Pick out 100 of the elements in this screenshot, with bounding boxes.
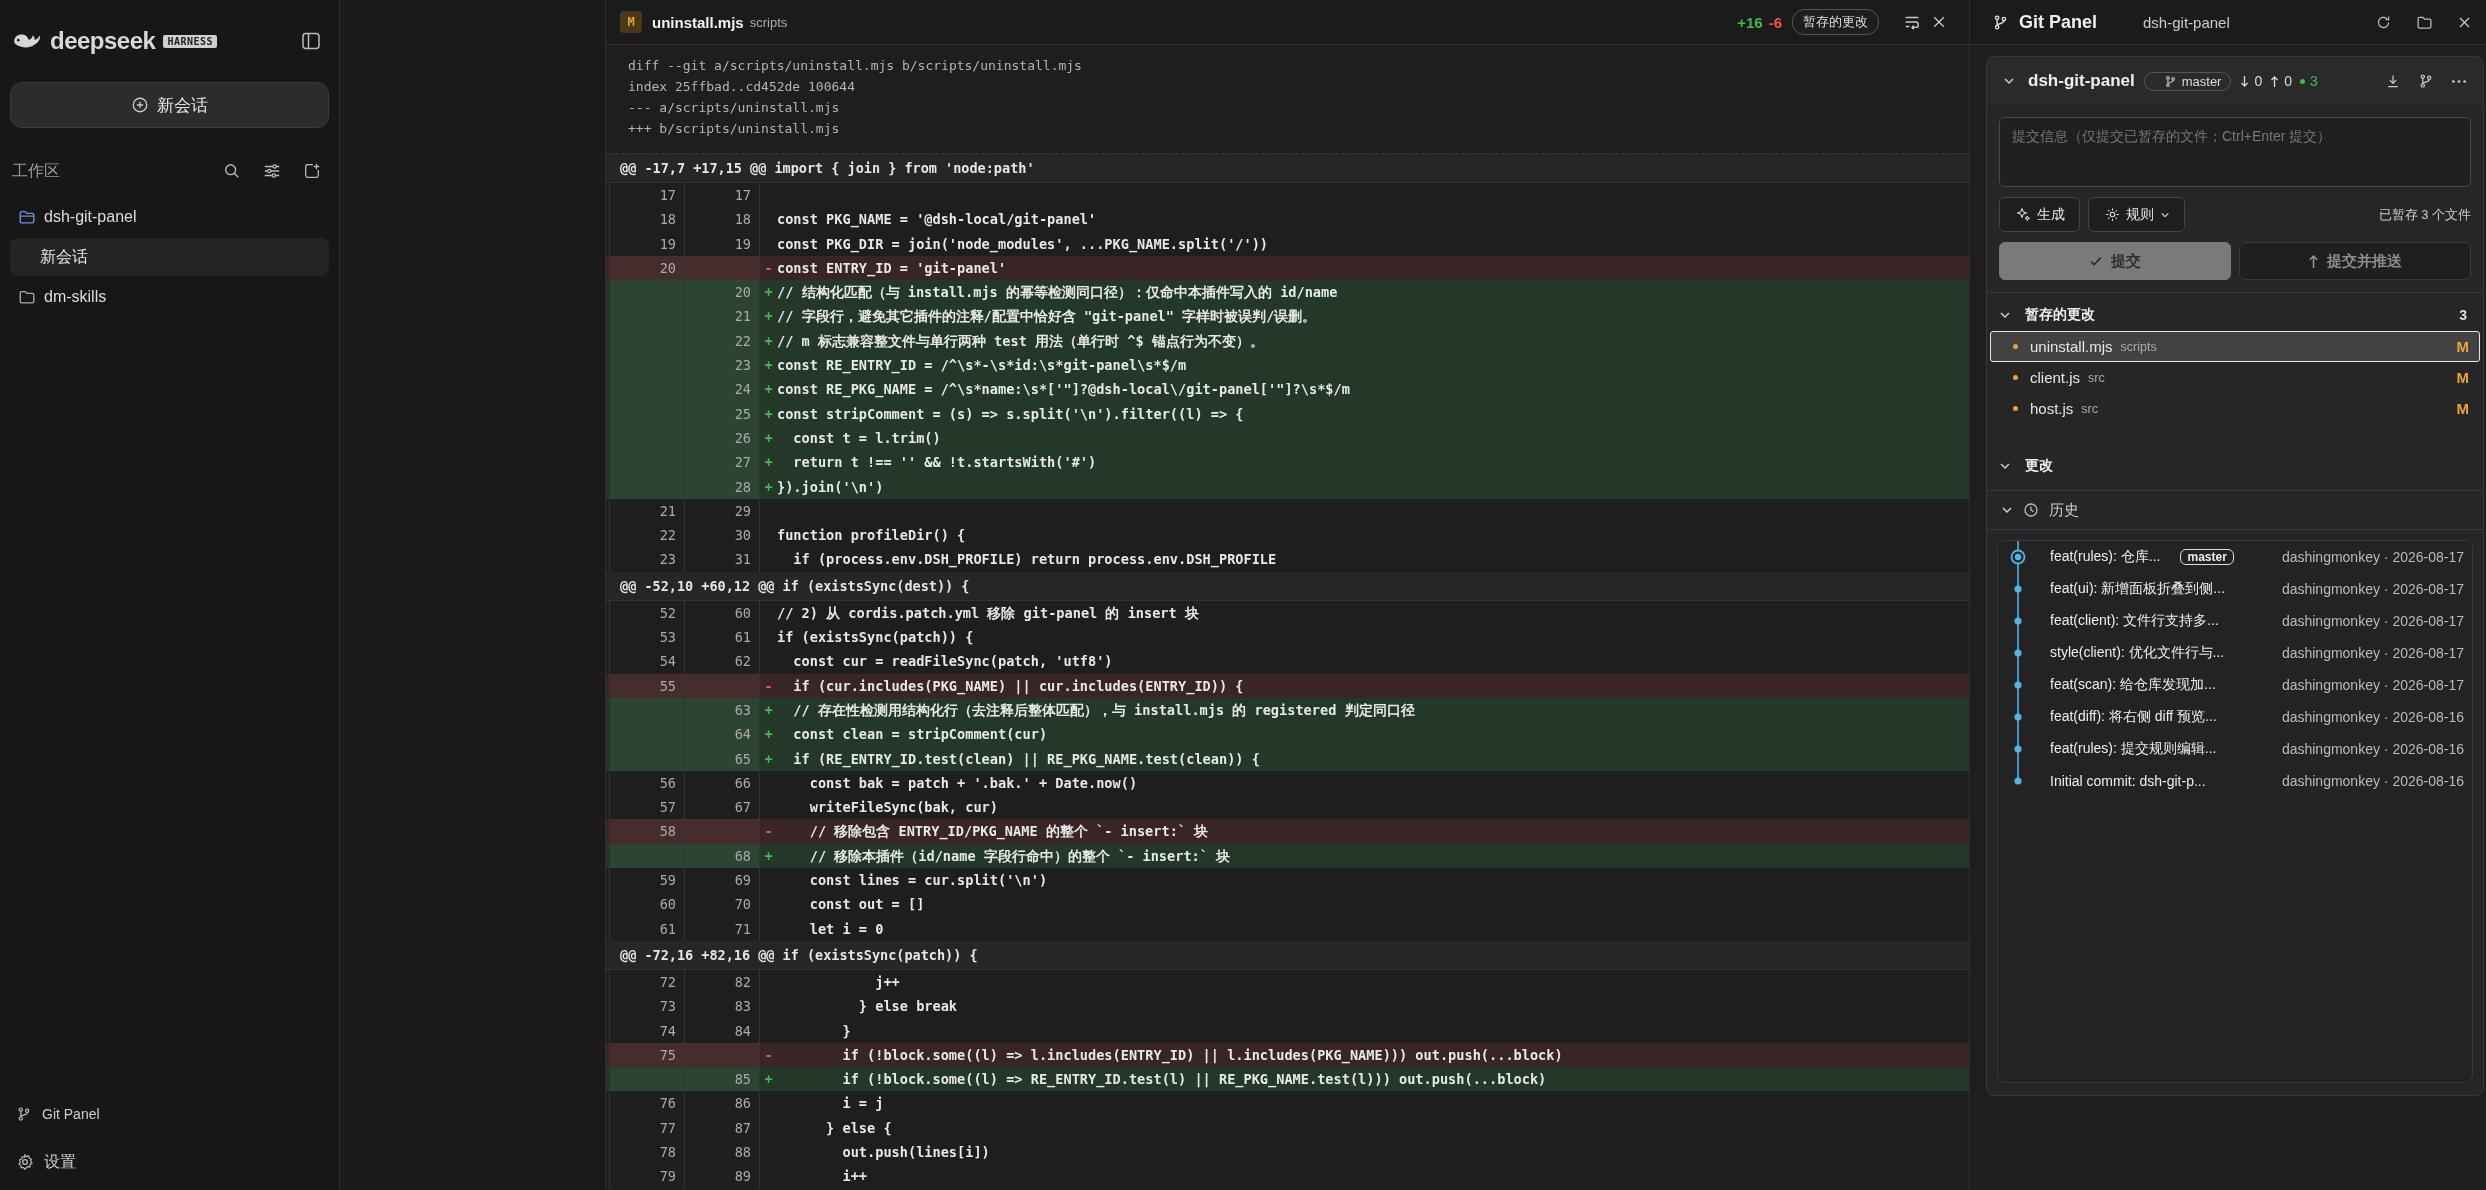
new-chat-button[interactable]: 新会话 [10, 82, 329, 128]
code-line: return t !== '' && !t.startsWith('#') [792, 453, 1098, 473]
commit-and-push-button[interactable]: 提交并推送 [2239, 242, 2471, 280]
section-title[interactable]: 更改 [2025, 457, 2053, 475]
git-panel-link[interactable]: Git Panel [10, 1098, 329, 1130]
chevron-icon[interactable] [2003, 75, 2015, 87]
new-line-number: 27 [685, 450, 760, 475]
code-line: // 结构化匹配（与 install.mjs 的幂等检测同口径）：仅命中本插件写入的 id/name [777, 283, 1339, 303]
commit-author-date: dashingmonkey · 2026-08-16 [2281, 709, 2464, 725]
commit-item[interactable]: style(client): 优化文件行与... dashingmonkey · 2026-08-17 [1998, 637, 2472, 669]
code-line: // 存在性检测用结构化行（去注释后整体匹配），与 install.mjs 的 registered 判定同口径 [792, 700, 1416, 720]
modified-status: M [2456, 338, 2469, 355]
folder-item[interactable]: dm-skills [10, 278, 329, 316]
dot-icon [2013, 406, 2018, 411]
dot-icon [2013, 344, 2018, 349]
old-line-number: 22 [609, 523, 685, 548]
change-sign: - [763, 676, 774, 696]
commit-item[interactable]: feat(diff): 将右侧 diff 预览... dashingmonkey · 2026-08-16 [1998, 701, 2472, 733]
workspace-label: 工作区 [11, 160, 60, 181]
commit-message: feat(scan): 给仓库发现加... [2050, 676, 2216, 694]
code-line: const RE_PKG_NAME = /^\s*name:\s*['"]?@dsh-local\/git-panel['"]?\s*$/m [777, 380, 1351, 400]
old-line-number: 53 [609, 625, 685, 650]
staged-changes-button[interactable]: 暂存的更改 [1792, 9, 1879, 35]
branch-icon [16, 1106, 32, 1122]
commit-item[interactable]: feat(scan): 给仓库发现加... dashingmonkey · 2026-08-17 [1998, 669, 2472, 701]
new-line-number: 19 [685, 231, 760, 256]
change-sign: + [763, 331, 774, 351]
chevron-icon[interactable] [1999, 460, 2011, 472]
staged-count: 3 [2310, 73, 2318, 89]
commit-author-date: dashingmonkey · 2026-08-17 [2281, 613, 2464, 629]
change-sign: + [763, 1070, 774, 1090]
code-line: function profileDir() { [777, 526, 967, 546]
file-directory: src [2088, 370, 2105, 385]
commit-item[interactable]: feat(ui): 新增面板折叠到侧... dashingmonkey · 2026-08-17 [1998, 573, 2472, 605]
new-line-number: 25 [685, 401, 760, 426]
commit-item[interactable]: feat(client): 文件行支持多... dashingmonkey · 2026-08-17 [1998, 605, 2472, 637]
code-line: const PKG_DIR = join('node_modules', ...PKG_NAME.split('/')) [777, 234, 1270, 255]
diff-meta-line: diff --git a/scripts/uninstall.mjs b/scripts/uninstall.mjs [628, 57, 1083, 75]
repo-name: dsh-git-panel [2028, 71, 2135, 91]
file-directory: scripts [749, 14, 788, 30]
generate-button[interactable]: 生成 [1999, 197, 2080, 232]
download-icon[interactable] [2385, 73, 2401, 89]
old-line-number: 55 [609, 673, 685, 698]
commit-author-date: dashingmonkey · 2026-08-16 [2281, 773, 2464, 789]
change-sign: + [763, 477, 774, 497]
commit-message-field[interactable]: 提交信息（仅提交已暂存的文件；Ctrl+Enter 提交） [1999, 117, 2471, 187]
commit-item[interactable]: feat(rules): 仓库... master dashingmonkey · 2026-08-17 [1998, 541, 2472, 573]
section-count: 3 [2459, 307, 2467, 323]
old-line-number: 54 [609, 649, 685, 674]
code-line: // 移除包含 ENTRY_ID/PKG_NAME 的整个 `- insert:` 块 [808, 822, 1210, 842]
section-title[interactable]: 暂存的更改 [2025, 306, 2095, 324]
new-line-number: 61 [685, 625, 760, 650]
chevron-icon[interactable] [2001, 504, 2013, 516]
commit-message: feat(client): 文件行支持多... [2050, 612, 2219, 630]
chevron-icon[interactable] [1999, 309, 2011, 321]
old-line-number: 74 [609, 1018, 685, 1043]
close-icon[interactable] [1931, 14, 1947, 30]
new-line-number: 83 [685, 994, 760, 1019]
hunk-header: @@ -72,16 +82,16 @@ if (existsSync(patch)) { [606, 940, 1969, 970]
change-sign: + [763, 380, 774, 400]
filter-sliders-icon[interactable] [263, 162, 281, 180]
folder-item[interactable]: dsh-git-panel [10, 198, 329, 236]
commit-message: feat(diff): 将右侧 diff 预览... [2050, 708, 2217, 726]
old-line-number: 76 [609, 1091, 685, 1116]
new-line-number: 62 [685, 649, 760, 674]
rules-dropdown[interactable]: 规则 [2088, 197, 2185, 232]
code-line: out.push(lines[i]) [841, 1143, 991, 1162]
file-item[interactable]: uninstall.mjs scripts M [1990, 331, 2480, 362]
old-line-number: 20 [609, 255, 685, 281]
dot-icon [2013, 375, 2018, 380]
new-line-number: 70 [685, 892, 760, 917]
code-line: const RE_ENTRY_ID = /^\s*-\s*id:\s*git-panel\s*$/m [777, 356, 1188, 376]
new-folder-icon[interactable] [303, 162, 321, 180]
file-item[interactable]: host.js src M [1990, 393, 2480, 424]
branch-icon [2163, 74, 2177, 88]
file-item[interactable]: client.js src M [1990, 362, 2480, 393]
search-icon[interactable] [223, 162, 241, 180]
code-line: i = j [841, 1094, 885, 1114]
repo-label: dsh-git-panel [2143, 13, 2230, 31]
commit-item[interactable]: feat(rules): 提交规则编辑... dashingmonkey · 2026-08-16 [1998, 733, 2472, 765]
modified-status: M [2456, 369, 2469, 386]
branch-icon [1992, 13, 2009, 31]
old-line-number: 21 [609, 498, 685, 524]
section-title[interactable]: 历史 [2049, 500, 2079, 520]
commit-author-date: dashingmonkey · 2026-08-17 [2281, 645, 2464, 661]
new-line-number: 24 [685, 377, 760, 402]
old-line-number: 60 [609, 892, 685, 917]
chat-item[interactable]: 新会话 [10, 238, 329, 276]
new-line-number: 66 [685, 770, 760, 796]
staged-summary: 已暂存 3 个文件 [2378, 205, 2471, 224]
plus-circle-icon [131, 96, 149, 114]
check-icon [2089, 254, 2103, 268]
branch-icon[interactable] [2418, 73, 2434, 89]
commit-item[interactable]: Initial commit: dsh-git-p... dashingmonkey · 2026-08-16 [1998, 765, 2472, 797]
more-icon[interactable] [2451, 78, 2467, 84]
settings-link[interactable]: 设置 [10, 1146, 329, 1178]
commit-message: feat(ui): 新增面板折叠到侧... [2050, 580, 2226, 598]
new-line-number: 82 [685, 969, 760, 995]
change-sign: + [763, 749, 774, 769]
sidebar-toggle-icon[interactable] [301, 31, 321, 51]
